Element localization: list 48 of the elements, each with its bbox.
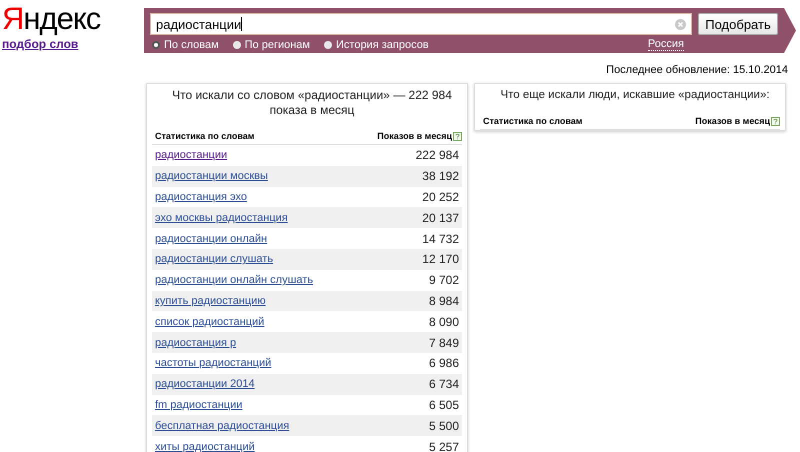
count-text: 6 986 <box>428 356 459 370</box>
search-field[interactable]: радиостанции <box>150 13 692 35</box>
phrase-link[interactable]: радиостанции 2014 <box>155 378 255 390</box>
phrase-link[interactable]: радиостанции москвы <box>155 170 268 182</box>
phrase-link[interactable]: радиостанции слушать <box>155 253 274 266</box>
region-link[interactable]: Россия <box>648 38 684 51</box>
mode-radio[interactable]: По регионам <box>232 38 310 50</box>
panel-title: Что еще искали люди, искавшие «радиостанции»: <box>499 88 771 103</box>
count-text: 20 137 <box>422 210 459 225</box>
phrase-link[interactable]: радиостанция р <box>155 336 236 349</box>
count-text: 20 252 <box>422 190 459 204</box>
yandex-logo[interactable]: Яндекс <box>2 4 100 34</box>
phrase-link[interactable]: эхо москвы радиостанция <box>155 212 288 224</box>
column-header: Показов в месяц <box>377 131 452 141</box>
column-header: Статистика по словам <box>483 116 582 126</box>
count-text: 5 500 <box>428 418 459 433</box>
phrase-link[interactable]: бесплатная радиостанция <box>155 420 290 432</box>
phrase-link[interactable]: радиостанции онлайн слушать <box>155 274 314 286</box>
count-text: 8 090 <box>428 314 459 329</box>
phrase-link[interactable]: купить радиостанцию <box>155 294 266 307</box>
count-text: 6 734 <box>428 377 459 392</box>
phrase-link[interactable]: хиты радиостанций <box>155 440 255 452</box>
clear-icon[interactable] <box>675 18 686 30</box>
mode-radio[interactable]: История запросов <box>324 38 429 50</box>
phrase-link[interactable]: список радиостанций <box>155 316 264 328</box>
help-icon[interactable] <box>453 132 462 140</box>
phrase-link[interactable]: радиостанции онлайн <box>155 232 268 245</box>
count-text: 6 505 <box>428 398 459 412</box>
count-text: 8 984 <box>428 294 459 308</box>
panel-title: Что искали со словом «радиостанции» — 222 984 показа в месяц <box>171 87 453 118</box>
phrase-link[interactable]: радиостанции <box>155 149 228 162</box>
phrase-link[interactable]: радиостанция эхо <box>155 190 247 203</box>
phrase-link[interactable]: частоты радиостанций <box>155 357 272 370</box>
count-text: 7 849 <box>428 336 459 350</box>
count-text: 12 170 <box>422 252 459 266</box>
count-text: 5 257 <box>428 440 459 452</box>
column-header: Показов в месяц <box>695 116 770 126</box>
service-link[interactable]: подбор слов <box>2 37 78 51</box>
count-text: 14 732 <box>422 232 459 246</box>
count-text: 9 702 <box>428 273 459 288</box>
count-text: 222 984 <box>416 148 459 162</box>
column-header: Статистика по словам <box>155 131 254 141</box>
search-button[interactable]: Подобрать <box>698 13 778 35</box>
help-icon[interactable] <box>771 116 780 126</box>
last-update-text: Последнее обновление: 15.10.2014 <box>605 63 789 76</box>
mode-radio[interactable]: По словам <box>152 38 219 50</box>
phrase-link[interactable]: fm радиостанции <box>155 398 242 411</box>
count-text: 38 192 <box>422 169 459 184</box>
